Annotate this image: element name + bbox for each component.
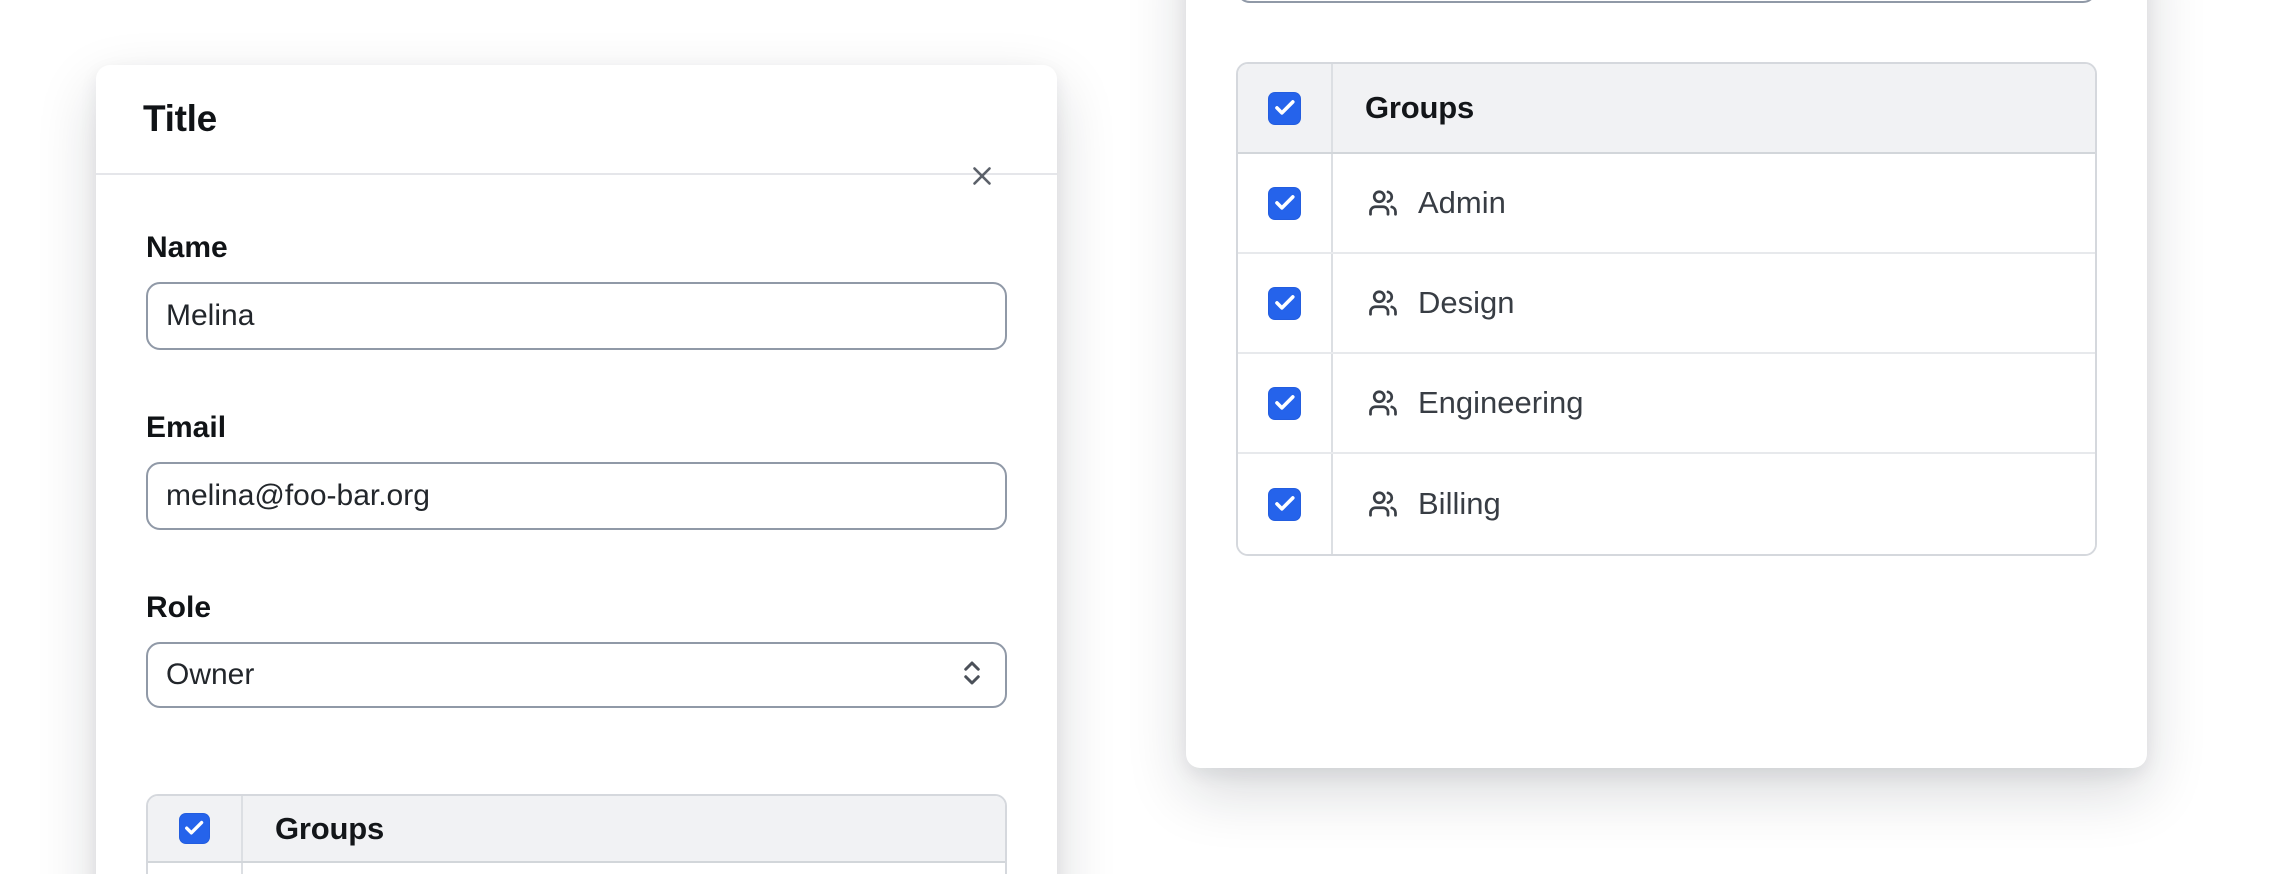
check-icon bbox=[1268, 187, 1301, 220]
edit-user-modal-scrolled: Groups Admin bbox=[1186, 0, 2147, 768]
row-checkbox[interactable] bbox=[1268, 187, 1301, 220]
row-checkbox[interactable] bbox=[1268, 287, 1301, 320]
header-checkbox-cell bbox=[148, 796, 243, 861]
modal-header: Title bbox=[96, 65, 1057, 175]
name-label: Name bbox=[146, 230, 1007, 266]
table-row: Engineering bbox=[1238, 354, 2095, 454]
groups-table: Groups bbox=[146, 794, 1007, 874]
role-select-clipped[interactable] bbox=[1236, 0, 2097, 3]
table-row: Admin bbox=[1238, 154, 2095, 254]
groups-header-checkbox[interactable] bbox=[179, 813, 210, 844]
page-background: Title Name Email Role Owner bbox=[0, 0, 2276, 874]
users-icon bbox=[1368, 388, 1398, 418]
groups-column-header: Groups bbox=[1365, 90, 1474, 126]
row-checkbox-cell bbox=[1238, 154, 1333, 252]
edit-user-modal: Title Name Email Role Owner bbox=[96, 65, 1057, 874]
row-checkbox-cell bbox=[148, 863, 243, 874]
check-icon bbox=[1268, 488, 1301, 521]
check-icon bbox=[1268, 387, 1301, 420]
close-button[interactable] bbox=[959, 153, 1005, 199]
group-name: Admin bbox=[1418, 185, 1506, 221]
groups-table-header: Groups bbox=[1238, 64, 2095, 154]
email-label: Email bbox=[146, 410, 1007, 446]
groups-table: Groups Admin bbox=[1236, 62, 2097, 556]
groups-header-checkbox[interactable] bbox=[1268, 92, 1301, 125]
table-row: Design bbox=[1238, 254, 2095, 354]
groups-table-header: Groups bbox=[148, 796, 1005, 863]
users-icon bbox=[1368, 489, 1398, 519]
row-checkbox[interactable] bbox=[1268, 387, 1301, 420]
modal-body: Name Email Role Owner bbox=[96, 230, 1057, 874]
x-icon bbox=[967, 161, 997, 191]
header-checkbox-cell bbox=[1238, 64, 1333, 152]
users-icon bbox=[1368, 188, 1398, 218]
email-input[interactable] bbox=[146, 462, 1007, 530]
row-checkbox-cell bbox=[1238, 354, 1333, 452]
group-name: Billing bbox=[1418, 486, 1501, 522]
role-select[interactable]: Owner bbox=[146, 642, 1007, 708]
group-name: Design bbox=[1418, 285, 1515, 321]
check-icon bbox=[1268, 92, 1301, 125]
name-input[interactable] bbox=[146, 282, 1007, 350]
groups-column-header: Groups bbox=[275, 811, 384, 847]
role-select-value: Owner bbox=[166, 658, 254, 692]
row-checkbox[interactable] bbox=[1268, 488, 1301, 521]
row-checkbox-cell bbox=[1238, 454, 1333, 554]
row-checkbox-cell bbox=[1238, 254, 1333, 352]
check-icon bbox=[179, 813, 210, 844]
check-icon bbox=[1268, 287, 1301, 320]
role-label: Role bbox=[146, 590, 1007, 626]
users-icon bbox=[1368, 288, 1398, 318]
group-name: Engineering bbox=[1418, 385, 1583, 421]
table-row: Billing bbox=[1238, 454, 2095, 554]
modal-title: Title bbox=[143, 98, 217, 140]
chevron-up-down-icon bbox=[957, 658, 987, 692]
table-row bbox=[148, 863, 1005, 874]
